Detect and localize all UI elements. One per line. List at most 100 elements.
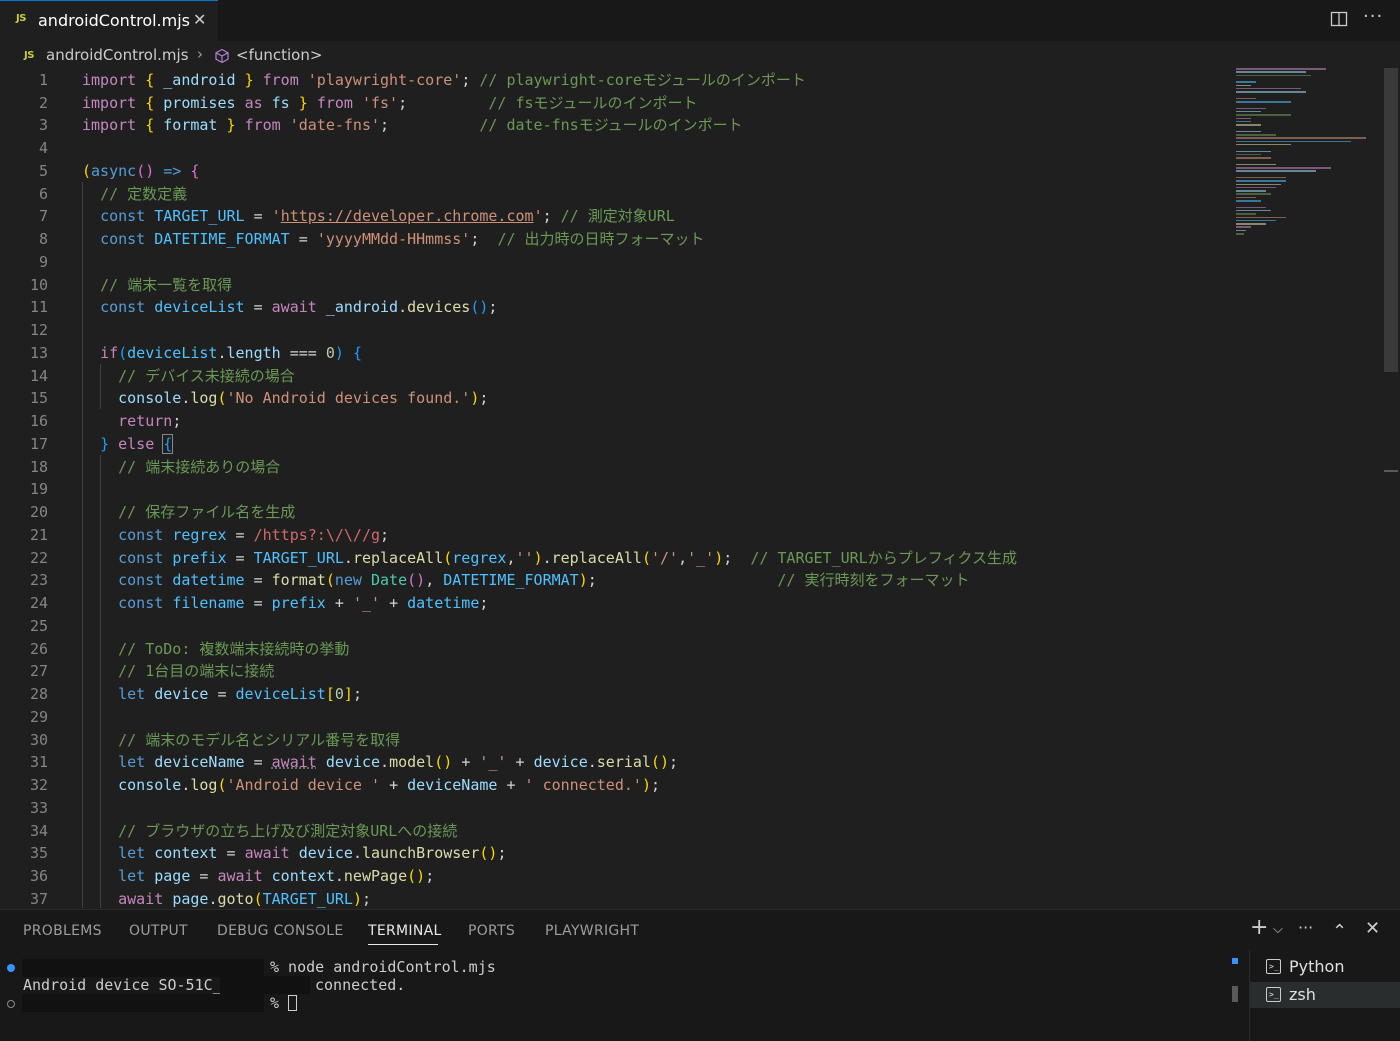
scrollbar-marker <box>1384 470 1398 472</box>
editor-tab[interactable]: JS androidControl.mjs ✕ <box>0 0 218 41</box>
minimap-line <box>1236 167 1331 169</box>
minimap-line <box>1236 196 1256 199</box>
code-line: 5 (async() => { <box>38 162 200 180</box>
breadcrumb-symbol[interactable]: <function> <box>236 46 322 64</box>
javascript-file-icon: JS <box>24 50 34 61</box>
minimap-line <box>1236 163 1276 166</box>
minimap-line <box>1236 153 1261 156</box>
close-icon[interactable]: ✕ <box>1365 918 1380 939</box>
tab-output[interactable]: OUTPUT <box>129 923 188 939</box>
maximize-panel-icon[interactable]: ⌃ <box>1332 921 1347 942</box>
chevron-right-icon: › <box>197 45 203 63</box>
terminal-line: connected. <box>315 976 406 994</box>
code-line: 3 import { format } from 'date-fns'; // d… <box>38 116 743 134</box>
tab-debug-console[interactable]: DEBUG CONSOLE <box>217 923 344 939</box>
minimap-line <box>1236 223 1266 225</box>
terminal-prompt: % <box>270 994 280 1012</box>
code-line: 35 let context = await device.launchBrow… <box>29 844 507 862</box>
redacted-prompt <box>22 994 264 1012</box>
tab-ports[interactable]: PORTS <box>468 923 515 939</box>
minimap-line <box>1236 190 1266 192</box>
minimap-line <box>1236 183 1281 186</box>
minimap-line <box>1236 140 1351 143</box>
minimap-line <box>1236 186 1276 189</box>
code-line: 15 console.log('No Android devices found… <box>29 389 489 407</box>
minimap-line <box>1236 130 1261 133</box>
code-line: 22 const prefix = TARGET_URL.replaceAll(… <box>29 549 1017 567</box>
minimap-line <box>1236 81 1256 83</box>
bottom-panel: PROBLEMS OUTPUT DEBUG CONSOLE TERMINAL P… <box>0 909 1400 1041</box>
tab-problems[interactable]: PROBLEMS <box>23 923 102 939</box>
terminal-session-zsh[interactable]: >_ zsh <box>1250 982 1400 1008</box>
tab-terminal[interactable]: TERMINAL <box>368 923 442 939</box>
close-icon[interactable]: ✕ <box>193 10 206 29</box>
minimap-line <box>1236 180 1286 182</box>
minimap-line <box>1236 107 1266 110</box>
more-actions-icon[interactable]: ··· <box>1363 6 1383 27</box>
code-line: 24 const filename = prefix + '_' + datet… <box>29 594 489 612</box>
code-line: 21 const regrex = /https?:\/\//g; <box>29 526 390 544</box>
more-actions-icon[interactable]: ··· <box>1298 918 1313 937</box>
redacted-prompt <box>22 959 264 977</box>
code-line: 8 const DATETIME_FORMAT = 'yyyyMMdd-HHmm… <box>38 230 705 248</box>
minimap-line <box>1236 193 1271 195</box>
chevron-down-icon[interactable]: ⌵ <box>1273 922 1283 937</box>
code-line: 33 <box>29 799 48 817</box>
code-line: 26 // ToDo: 複数端末接続時の挙動 <box>29 640 350 658</box>
command-pending-dot <box>7 1000 15 1008</box>
minimap-line <box>1236 87 1301 90</box>
code-line: 12 <box>29 321 48 339</box>
code-line: 27 // 1台目の端末に接続 <box>29 662 275 680</box>
minimap-line <box>1236 137 1366 139</box>
minimap-line <box>1236 124 1261 126</box>
minimap-line <box>1236 71 1306 73</box>
code-line: 19 <box>29 480 48 498</box>
code-line: 13 if(deviceList.length === 0) { <box>29 344 362 362</box>
minimap-line <box>1236 157 1271 159</box>
minimap-line <box>1236 219 1276 222</box>
minimap[interactable] <box>1236 68 1384 238</box>
minimap-line <box>1236 84 1251 87</box>
terminal-line: Android device SO-51C_ <box>23 976 222 994</box>
terminal-session-list: >_ Python >_ zsh <box>1249 950 1400 1041</box>
code-line: 18 // 端末接続ありの場合 <box>29 458 281 476</box>
minimap-line <box>1236 91 1306 93</box>
breadcrumb-file[interactable]: androidControl.mjs <box>46 46 189 64</box>
minimap-line <box>1236 206 1266 209</box>
minimap-line <box>1236 74 1311 77</box>
minimap-line <box>1236 229 1246 232</box>
code-line: 23 const datetime = format(new Date(), D… <box>29 571 970 589</box>
terminal-scrollbar-thumb[interactable] <box>1232 986 1238 1002</box>
terminal-icon: >_ <box>1266 987 1281 1002</box>
code-line: 10 // 端末一覧を取得 <box>29 276 233 294</box>
minimap-line <box>1236 200 1261 202</box>
code-editor[interactable]: 1 import { _android } from 'playwright-co… <box>0 68 1400 908</box>
terminal-output[interactable]: % node androidControl.mjs Android device… <box>0 958 1240 1041</box>
code-line: 20 // 保存ファイル名を生成 <box>29 503 296 521</box>
terminal-cursor <box>288 995 297 1011</box>
minimap-line <box>1236 134 1276 136</box>
minimap-line <box>1236 97 1256 100</box>
command-success-dot <box>7 964 15 972</box>
minimap-line <box>1236 143 1291 146</box>
terminal-session-python[interactable]: >_ Python <box>1250 954 1400 980</box>
minimap-line <box>1236 110 1261 113</box>
minimap-line <box>1236 114 1291 116</box>
symbol-method-icon <box>215 48 229 64</box>
editor-tab-bar: JS androidControl.mjs ✕ ··· <box>0 0 1400 41</box>
minimap-line <box>1236 117 1251 120</box>
code-line: 4 <box>38 139 48 157</box>
minimap-line <box>1236 213 1256 215</box>
terminal-icon: >_ <box>1266 959 1281 974</box>
editor-scrollbar-thumb[interactable] <box>1384 68 1398 372</box>
javascript-file-icon: JS <box>16 13 26 24</box>
minimap-line <box>1236 101 1291 103</box>
tab-playwright[interactable]: PLAYWRIGHT <box>545 923 639 939</box>
code-line: 36 let page = await context.newPage(); <box>29 867 435 885</box>
minimap-line <box>1236 209 1271 212</box>
terminal-scrollbar[interactable] <box>1232 958 1238 964</box>
terminal-line: % node androidControl.mjs <box>270 958 496 976</box>
split-editor-icon[interactable] <box>1330 10 1348 28</box>
code-line: 7 const TARGET_URL = 'https://developer.… <box>38 207 675 225</box>
new-terminal-icon[interactable]: + <box>1250 915 1268 940</box>
